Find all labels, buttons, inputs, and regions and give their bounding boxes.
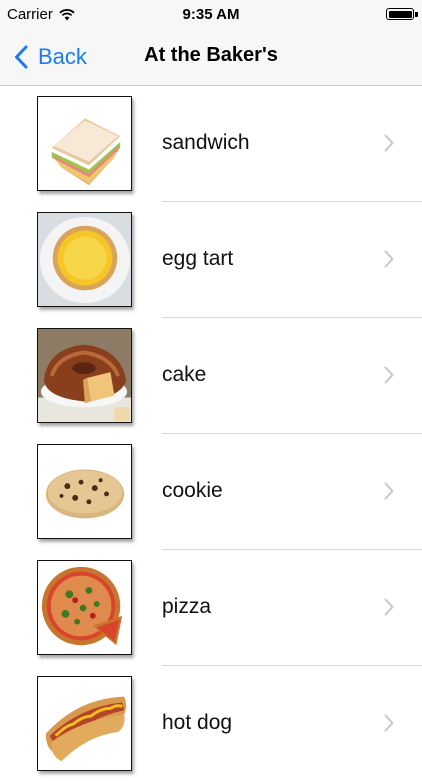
navigation-bar: Back At the Baker's <box>0 30 422 86</box>
list-item-label: sandwich <box>162 131 250 154</box>
sandwich-image <box>37 96 132 191</box>
list-item-cookie[interactable]: cookie <box>0 434 422 550</box>
list-item-hot-dog[interactable]: hot dog <box>0 666 422 782</box>
cake-image <box>37 328 132 423</box>
list-item-label: hot dog <box>162 711 233 734</box>
chevron-right-icon <box>384 250 394 268</box>
egg-tart-image <box>37 212 132 307</box>
list-item-egg-tart[interactable]: egg tart <box>0 202 422 318</box>
list-item-label: egg tart <box>162 247 234 270</box>
pizza-image <box>37 560 132 655</box>
page-title: At the Baker's <box>144 44 278 66</box>
chevron-right-icon <box>384 366 394 384</box>
list-item-label: pizza <box>162 595 212 618</box>
item-list: sandwich egg tart cake cookie pizza hot … <box>0 86 422 782</box>
status-time: 9:35 AM <box>182 6 240 23</box>
status-bar: Carrier 9:35 AM <box>0 0 422 30</box>
list-item-pizza[interactable]: pizza <box>0 550 422 666</box>
chevron-right-icon <box>384 714 394 732</box>
chevron-right-icon <box>384 482 394 500</box>
list-item-sandwich[interactable]: sandwich <box>0 86 422 202</box>
chevron-right-icon <box>384 134 394 152</box>
list-item-label: cookie <box>162 479 223 502</box>
list-item-cake[interactable]: cake <box>0 318 422 434</box>
chevron-right-icon <box>384 598 394 616</box>
battery-icon <box>386 8 418 20</box>
cookie-image <box>37 444 132 539</box>
hot-dog-image <box>37 676 132 771</box>
list-item-label: cake <box>162 363 207 386</box>
